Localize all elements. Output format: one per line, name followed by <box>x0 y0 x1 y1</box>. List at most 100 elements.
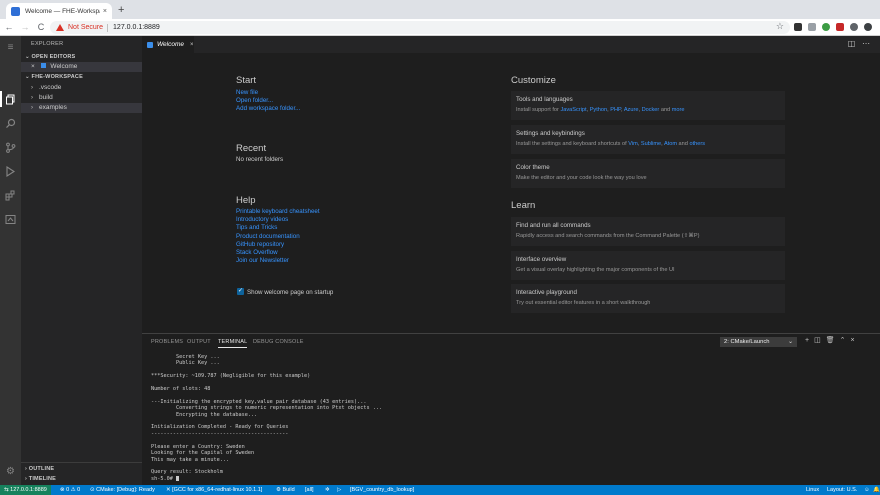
split-editor-icon[interactable]: ◫ <box>848 39 856 48</box>
remote-explorer-icon[interactable] <box>5 214 16 225</box>
help-link-videos[interactable]: Introductory videos <box>236 216 288 223</box>
tab-terminal[interactable]: TERMINAL <box>218 339 248 348</box>
folder-examples[interactable]: › examples <box>21 103 142 113</box>
extension-red-icon[interactable] <box>836 23 844 31</box>
settings-keybindings-card[interactable]: Settings and keybindings Install the set… <box>511 125 785 154</box>
tab-problems[interactable]: PROBLEMS <box>151 339 183 345</box>
activity-bar: ≡ ⚙ <box>0 36 21 485</box>
terminal-line: Converting strings to numeric representa… <box>151 405 383 412</box>
build-button[interactable]: ⚙ Build <box>276 485 295 495</box>
folder-vscode[interactable]: › .vscode <box>21 83 142 93</box>
workspace-header[interactable]: ⌄ FHE-WORKSPACE <box>25 74 83 80</box>
azure-link[interactable]: Azure <box>624 107 639 113</box>
find-commands-card[interactable]: Find and run all commands Rapidly access… <box>511 217 785 246</box>
new-tab-button[interactable]: + <box>118 3 124 17</box>
browser-tab-title: Welcome — FHE-Workspace - <box>25 7 100 15</box>
docker-link[interactable]: Docker <box>642 107 660 113</box>
run-debug-icon[interactable] <box>5 165 16 178</box>
interface-overview-card[interactable]: Interface overview Get a visual overlay … <box>511 251 785 280</box>
recent-heading: Recent <box>236 143 267 154</box>
extensions-puzzle-icon[interactable] <box>850 23 858 31</box>
open-editor-welcome[interactable]: × Welcome <box>21 62 142 72</box>
bottom-panel: PROBLEMS OUTPUT TERMINAL DEBUG CONSOLE 2… <box>142 333 880 485</box>
close-panel-icon[interactable]: × <box>850 337 859 344</box>
vim-link[interactable]: Vim <box>628 141 638 147</box>
tab-welcome[interactable]: Welcome × <box>142 36 194 53</box>
settings-gear-icon[interactable]: ⚙ <box>5 466 16 477</box>
new-terminal-icon[interactable]: + <box>805 337 814 344</box>
notifications-bell-icon[interactable]: 🔔 <box>873 485 880 495</box>
search-icon[interactable] <box>5 118 16 129</box>
trash-icon[interactable]: 🗑 <box>826 337 840 344</box>
extensions-icon[interactable] <box>5 190 16 201</box>
profile-avatar[interactable] <box>864 23 872 31</box>
browser-tab-close-icon[interactable]: × <box>103 8 107 15</box>
extension-zotero-icon[interactable] <box>794 23 802 31</box>
remote-indicator[interactable]: ⇆ 127.0.0.1:8889 <box>0 485 51 495</box>
color-theme-card[interactable]: Color theme Make the editor and your cod… <box>511 159 785 188</box>
cmake-status[interactable]: ⊙ CMake: [Debug]: Ready <box>90 485 155 495</box>
folder-build[interactable]: › build <box>21 93 142 103</box>
help-link-stackoverflow[interactable]: Stack Overflow <box>236 249 278 256</box>
menu-icon[interactable]: ≡ <box>5 42 16 53</box>
add-workspace-folder-link[interactable]: Add workspace folder... <box>236 105 300 112</box>
help-link-newsletter[interactable]: Join our Newsletter <box>236 257 289 264</box>
timeline-header[interactable]: › TIMELINE <box>25 476 56 482</box>
divider <box>21 462 142 463</box>
terminal-select[interactable]: 2: CMake/Launch ⌄ <box>720 337 797 347</box>
tab-close-icon[interactable]: × <box>190 42 194 48</box>
others-link[interactable]: others <box>689 141 705 147</box>
address-bar[interactable]: Not Secure 127.0.0.1:8889 ☆ <box>50 21 790 34</box>
reload-button[interactable]: C <box>34 22 48 32</box>
problems-count[interactable]: ⊗ 0 ⚠ 0 <box>60 485 80 495</box>
help-link-cheatsheet[interactable]: Printable keyboard cheatsheet <box>236 208 320 215</box>
card-text: Install support for <box>516 107 561 113</box>
browser-tab[interactable]: Welcome — FHE-Workspace - × <box>6 3 112 19</box>
terminal-cursor <box>176 475 179 481</box>
back-button[interactable]: ← <box>2 22 16 32</box>
open-folder-link[interactable]: Open folder... <box>236 97 273 104</box>
files-icon[interactable] <box>5 94 16 105</box>
atom-link[interactable]: Atom <box>664 141 677 147</box>
run-icon[interactable]: ▷ <box>337 485 341 495</box>
bookmark-star-icon[interactable]: ☆ <box>776 21 784 32</box>
php-link[interactable]: PHP <box>610 107 621 113</box>
cmake-kit[interactable]: ✕ [GCC for x86_64-redhat-linux 10.1.1] <box>166 485 262 495</box>
interactive-playground-card[interactable]: Interactive playground Try out essential… <box>511 284 785 313</box>
maximize-panel-icon[interactable]: ⌃ <box>840 337 851 344</box>
source-control-icon[interactable] <box>5 142 16 153</box>
security-status[interactable]: Not Secure <box>68 24 103 31</box>
os-indicator[interactable]: Linux <box>806 485 819 495</box>
no-recent-folders: No recent folders <box>236 156 284 163</box>
outline-header[interactable]: › OUTLINE <box>25 466 54 472</box>
keyboard-layout[interactable]: Layout: U.S. <box>827 485 857 495</box>
more-actions-icon[interactable]: ⋯ <box>862 39 870 48</box>
help-link-tips[interactable]: Tips and Tricks <box>236 224 277 231</box>
python-link[interactable]: Python <box>590 107 607 113</box>
terminal-output[interactable]: Secret Key ... Public Key ... ***Securit… <box>151 354 382 482</box>
feedback-icon[interactable]: ☺ <box>864 485 870 495</box>
close-icon[interactable]: × <box>31 63 35 70</box>
help-link-docs[interactable]: Product documentation <box>236 233 300 240</box>
build-target[interactable]: [all] <box>305 485 314 495</box>
chevron-right-icon: › <box>31 95 33 101</box>
tab-welcome-label: Welcome <box>157 41 184 48</box>
split-terminal-icon[interactable]: ◫ <box>814 337 826 344</box>
tools-languages-card[interactable]: Tools and languages Install support for … <box>511 91 785 120</box>
sublime-link[interactable]: Sublime <box>641 141 661 147</box>
new-file-link[interactable]: New file <box>236 89 258 96</box>
welcome-file-icon <box>147 41 153 48</box>
extension-green-icon[interactable] <box>822 23 830 31</box>
help-link-github[interactable]: GitHub repository <box>236 241 284 248</box>
tab-debug-console[interactable]: DEBUG CONSOLE <box>253 339 304 345</box>
open-editors-header[interactable]: ⌄ OPEN EDITORS <box>25 54 75 60</box>
forward-button[interactable]: → <box>18 22 32 32</box>
launch-target[interactable]: [BGV_country_db_lookup] <box>350 485 414 495</box>
extension-shield-icon[interactable] <box>808 23 816 31</box>
tab-output[interactable]: OUTPUT <box>187 339 211 345</box>
more-link[interactable]: more <box>672 107 685 113</box>
javascript-link[interactable]: JavaScript <box>560 107 586 113</box>
show-welcome-checkbox[interactable]: ✓ <box>237 288 244 295</box>
debug-icon[interactable]: ✲ <box>325 485 330 495</box>
url-text[interactable]: 127.0.0.1:8889 <box>113 24 160 31</box>
